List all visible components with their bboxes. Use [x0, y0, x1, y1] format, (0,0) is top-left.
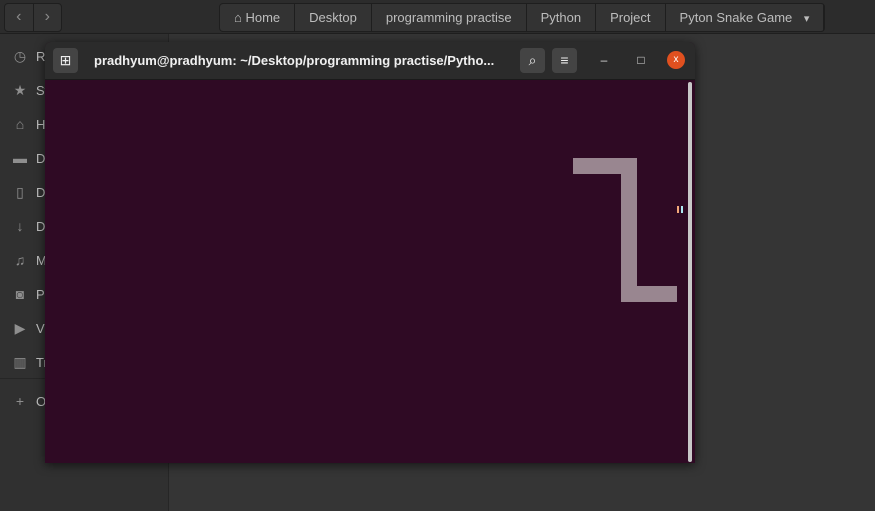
window-title: pradhyum@pradhyum: ~/Desktop/programming…	[94, 53, 495, 68]
camera-icon: ◙	[15, 286, 25, 302]
breadcrumb-project[interactable]: Project	[596, 4, 666, 31]
minimize-button[interactable]: –	[595, 51, 613, 69]
breadcrumb-label: Home	[245, 10, 281, 25]
home-icon: ⌂	[234, 10, 246, 25]
scrollbar[interactable]	[688, 82, 692, 462]
sidebar-item[interactable]: + O	[12, 391, 46, 411]
sidebar-item[interactable]: ★ St	[12, 80, 49, 100]
breadcrumb-programming-practise[interactable]: programming practise	[372, 4, 527, 31]
file-manager-header: ‹ › ⌂ Home Desktop programming practise …	[0, 0, 875, 34]
menu-button[interactable]: ≡	[552, 48, 577, 73]
folder-icon: ▬	[13, 150, 27, 166]
new-tab-button[interactable]: ⊞	[53, 48, 78, 73]
snake-segment	[621, 158, 637, 302]
plus-icon: +	[15, 393, 25, 409]
terminal-window: ⊞ pradhyum@pradhyum: ~/Desktop/programmi…	[45, 42, 695, 463]
breadcrumb-desktop[interactable]: Desktop	[295, 4, 372, 31]
sidebar-item[interactable]: ♫ M	[12, 250, 47, 270]
music-icon: ♫	[14, 252, 26, 268]
breadcrumb-home[interactable]: ⌂ Home	[220, 4, 296, 31]
sidebar-item-label: V	[36, 320, 45, 336]
sidebar-item[interactable]: ▥ Tr	[12, 352, 47, 372]
sidebar-item-label: H	[36, 116, 46, 132]
home-icon: ⌂	[15, 116, 25, 132]
maximize-button[interactable]: □	[632, 51, 650, 69]
sidebar-item-label: D	[36, 218, 46, 234]
search-icon: ⌕	[528, 52, 537, 68]
chevron-down-icon[interactable]: ▾	[804, 13, 810, 25]
sidebar-item-label: D	[36, 184, 46, 200]
sidebar-item-label: R	[36, 48, 46, 64]
sidebar-item-label: D	[36, 150, 46, 166]
snake-game-canvas	[45, 80, 695, 463]
breadcrumb-label: Pyton Snake Game	[679, 10, 793, 25]
search-button[interactable]: ⌕	[520, 48, 545, 73]
video-icon: ▶	[14, 319, 26, 336]
snake-segment	[621, 286, 677, 302]
breadcrumb-python[interactable]: Python	[527, 4, 597, 31]
sidebar-item[interactable]: ▶ V	[12, 318, 45, 338]
close-button[interactable]: x	[667, 51, 685, 69]
sidebar-item[interactable]: ◙ Pi	[12, 284, 48, 304]
breadcrumb: ⌂ Home Desktop programming practise Pyth…	[219, 3, 826, 32]
forward-button[interactable]: ›	[34, 4, 62, 31]
clock-icon: ◷	[13, 47, 27, 64]
trash-icon: ▥	[13, 353, 27, 370]
document-icon: ▯	[16, 183, 24, 200]
star-icon: ★	[13, 81, 27, 98]
sidebar-item[interactable]: ↓ D	[12, 216, 46, 236]
sidebar-item[interactable]: ⌂ H	[12, 114, 46, 134]
sidebar-item[interactable]: ◷ R	[12, 46, 46, 66]
sidebar-item[interactable]: ▯ D	[12, 182, 45, 202]
history-nav: ‹ ›	[4, 3, 62, 32]
download-icon: ↓	[16, 218, 24, 234]
back-button[interactable]: ‹	[5, 4, 34, 31]
sidebar-item[interactable]: ▬ D	[12, 148, 45, 168]
terminal-titlebar[interactable]: ⊞ pradhyum@pradhyum: ~/Desktop/programmi…	[45, 42, 695, 80]
breadcrumb-snake-game[interactable]: Pyton Snake Game ▾	[666, 4, 825, 31]
food-pellet	[677, 206, 683, 213]
